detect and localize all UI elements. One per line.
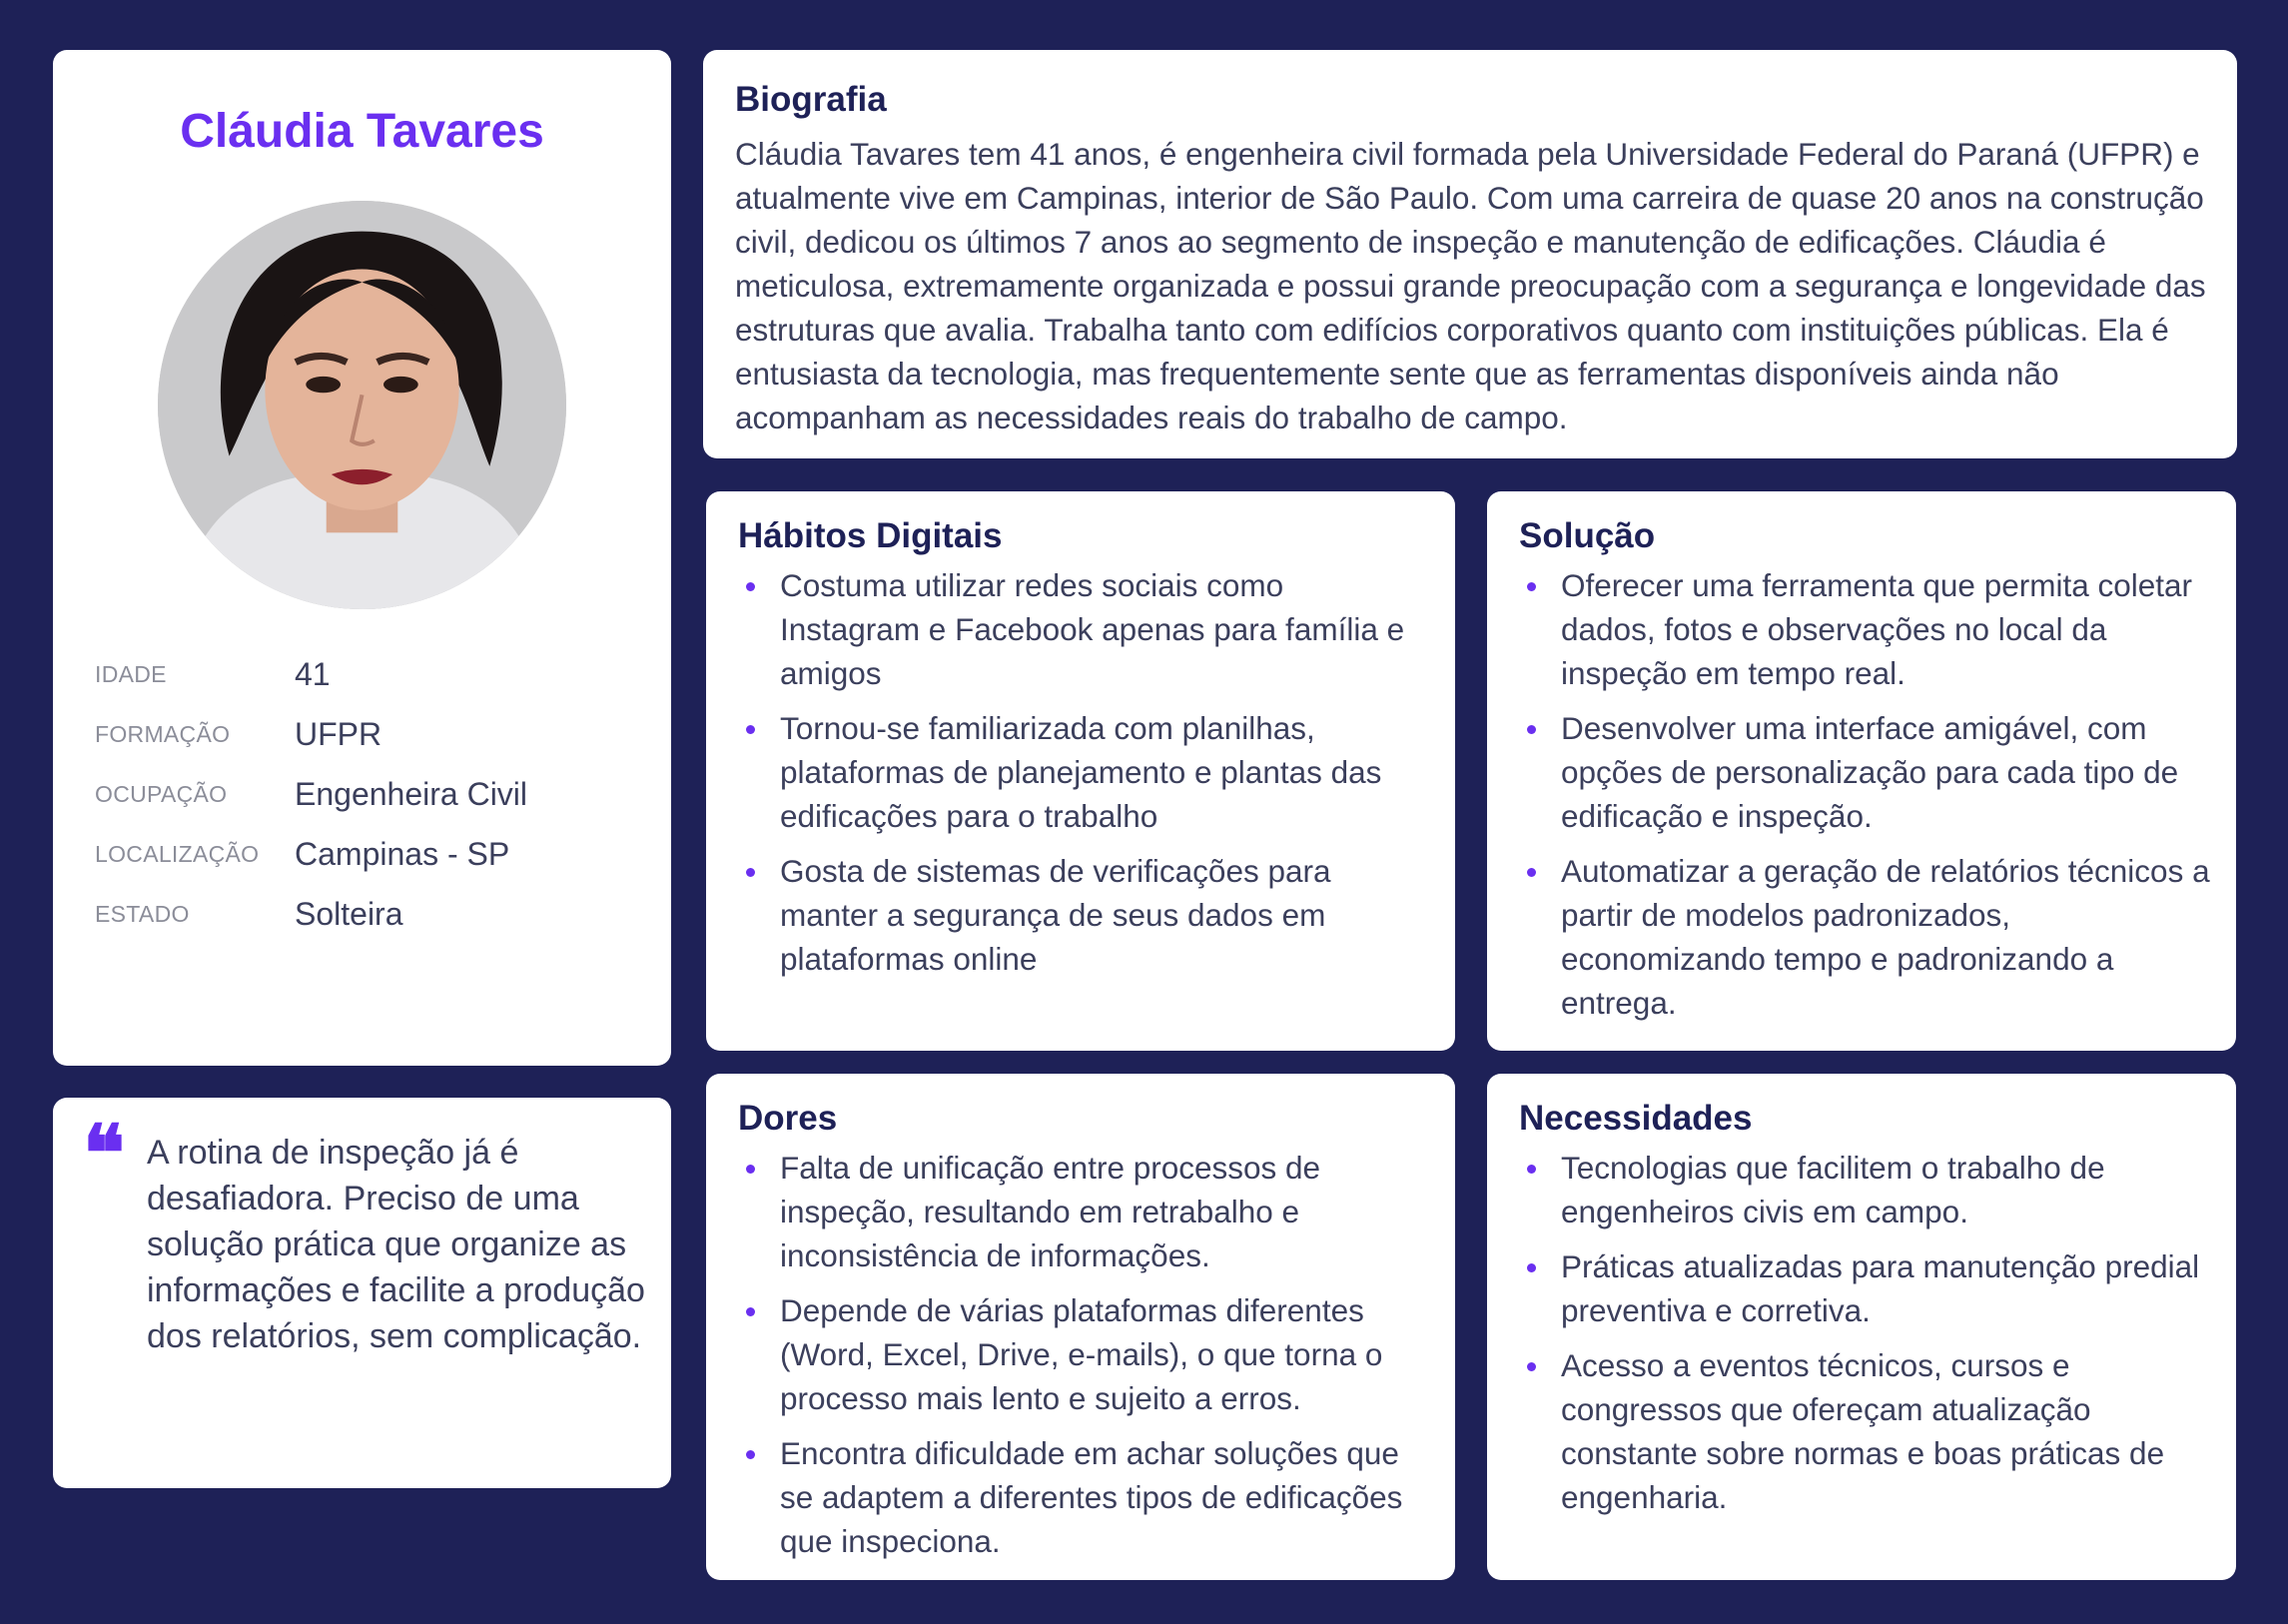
info-value: 41: [295, 655, 331, 692]
info-row-ocupacao: OCUPAÇÃO Engenheira Civil: [95, 764, 634, 824]
bio-title: Biografia: [735, 80, 887, 119]
list-item: Oferecer uma ferramenta que permita cole…: [1519, 563, 2210, 695]
list-item: Tecnologias que facilitem o trabalho de …: [1519, 1146, 2210, 1233]
habitos-card: Hábitos Digitais Costuma utilizar redes …: [706, 491, 1455, 1051]
info-label: IDADE: [95, 660, 167, 687]
dores-list: Falta de unificação entre processos de i…: [738, 1146, 1429, 1574]
avatar-portrait-icon: [158, 201, 566, 609]
info-value: Campinas - SP: [295, 835, 510, 872]
solucao-card: Solução Oferecer uma ferramenta que perm…: [1487, 491, 2236, 1051]
info-table: IDADE 41 FORMAÇÃO UFPR OCUPAÇÃO Engenhei…: [95, 644, 634, 944]
info-value: Solteira: [295, 895, 403, 932]
list-item: Encontra dificuldade em achar soluções q…: [738, 1431, 1429, 1563]
quote-card: ❝ A rotina de inspeção já é desafiadora.…: [53, 1098, 671, 1488]
info-label: ESTADO: [95, 900, 190, 927]
info-value: UFPR: [295, 715, 382, 752]
profile-card: Cláudia Tavares IDADE 41 FORMAÇÃO UFPR O…: [53, 50, 671, 1066]
habitos-title: Hábitos Digitais: [738, 516, 1003, 555]
info-row-estado: ESTADO Solteira: [95, 884, 634, 944]
bio-card: Biografia Cláudia Tavares tem 41 anos, é…: [703, 50, 2237, 458]
list-item: Falta de unificação entre processos de i…: [738, 1146, 1429, 1277]
necessidades-list: Tecnologias que facilitem o trabalho de …: [1519, 1146, 2210, 1530]
habitos-list: Costuma utilizar redes sociais como Inst…: [738, 563, 1429, 992]
list-item: Desenvolver uma interface amigável, com …: [1519, 706, 2210, 838]
solucao-title: Solução: [1519, 516, 1656, 555]
info-label: FORMAÇÃO: [95, 720, 231, 747]
info-label: OCUPAÇÃO: [95, 780, 228, 807]
bio-text: Cláudia Tavares tem 41 anos, é engenheir…: [735, 136, 2206, 435]
info-value: Engenheira Civil: [295, 775, 528, 812]
dores-title: Dores: [738, 1099, 838, 1138]
info-row-localizacao: LOCALIZAÇÃO Campinas - SP: [95, 824, 634, 884]
necessidades-title: Necessidades: [1519, 1099, 1753, 1138]
list-item: Gosta de sistemas de verificações para m…: [738, 849, 1429, 981]
list-item: Costuma utilizar redes sociais como Inst…: [738, 563, 1429, 695]
quote-text: A rotina de inspeção já é desafiadora. P…: [147, 1134, 645, 1355]
persona-name: Cláudia Tavares: [180, 105, 544, 158]
list-item: Acesso a eventos técnicos, cursos e cong…: [1519, 1343, 2210, 1519]
necessidades-card: Necessidades Tecnologias que facilitem o…: [1487, 1074, 2236, 1580]
dores-card: Dores Falta de unificação entre processo…: [706, 1074, 1455, 1580]
list-item: Automatizar a geração de relatórios técn…: [1519, 849, 2210, 1025]
list-item: Depende de várias plataformas diferentes…: [738, 1288, 1429, 1420]
avatar: [158, 201, 566, 609]
solucao-list: Oferecer uma ferramenta que permita cole…: [1519, 563, 2210, 1036]
list-item: Práticas atualizadas para manutenção pre…: [1519, 1244, 2210, 1332]
info-row-formacao: FORMAÇÃO UFPR: [95, 704, 634, 764]
info-row-idade: IDADE 41: [95, 644, 634, 704]
quote-icon: ❝: [83, 1109, 125, 1200]
list-item: Tornou-se familiarizada com planilhas, p…: [738, 706, 1429, 838]
info-label: LOCALIZAÇÃO: [95, 840, 260, 867]
